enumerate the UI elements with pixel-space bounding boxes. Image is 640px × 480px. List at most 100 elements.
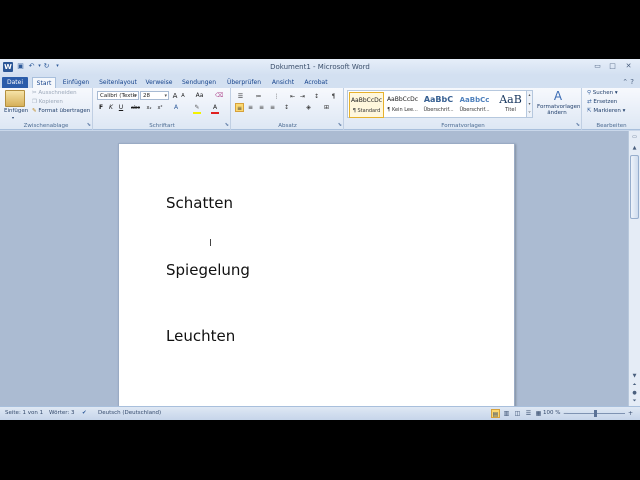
replace-button[interactable]: ⇄ Ersetzen [587, 99, 617, 105]
chevron-down-icon: ▾ [134, 93, 137, 99]
borders-icon[interactable]: ⊞ [322, 103, 331, 112]
format-painter-button[interactable]: ✎ Format übertragen [32, 108, 90, 114]
zoom-level[interactable]: 100 % [543, 410, 560, 416]
style-standard[interactable]: AaBbCcDc ¶ Standard [349, 92, 384, 118]
draft-view-icon[interactable]: ▦ [534, 409, 543, 418]
document-page[interactable]: Schatten Spiegelung Leuchten [118, 143, 515, 406]
strikethrough-button[interactable]: abc [130, 104, 141, 112]
tab-references[interactable]: Verweise [144, 77, 174, 88]
justify-button[interactable]: ≡ [268, 103, 277, 112]
minimize-button[interactable]: ▭ [592, 62, 603, 71]
web-layout-icon[interactable]: ◫ [513, 409, 522, 418]
tab-start[interactable]: Start [32, 77, 56, 88]
outline-view-icon[interactable]: ☰ [524, 409, 533, 418]
close-button[interactable]: ✕ [623, 62, 634, 71]
change-styles-label-2[interactable]: ändern [537, 110, 577, 116]
multilevel-list-icon[interactable]: ⋮ [272, 92, 281, 101]
zoom-slider-thumb[interactable] [594, 410, 597, 417]
font-size-combo[interactable]: 28 ▾ [140, 91, 169, 100]
style-heading-1[interactable]: AaBbC Überschrif... [421, 92, 456, 118]
font-launcher-icon[interactable]: ⬊ [225, 122, 229, 128]
chevron-down-icon: ▾ [164, 93, 167, 99]
grow-font-button[interactable]: A [171, 92, 179, 100]
font-color-button[interactable]: A [211, 104, 219, 112]
change-case-button[interactable]: Aa [194, 92, 205, 100]
maximize-button[interactable]: □ [607, 62, 618, 71]
underline-button[interactable]: U [117, 104, 125, 112]
font-group-label: Schriftart [149, 123, 175, 129]
decrease-indent-icon[interactable]: ⇤ [288, 92, 297, 101]
previous-page-icon[interactable]: ⏶ [630, 381, 639, 389]
title-bar: W ▣ ↶ ▾ ↻ ▾ Dokument1 - Microsoft Word ▭… [0, 59, 640, 75]
proofing-icon[interactable]: ✔ [82, 410, 87, 416]
style-heading-2[interactable]: AaBbCc Überschrif... [457, 92, 492, 118]
subscript-button[interactable]: x₂ [144, 104, 154, 112]
word-count[interactable]: Wörter: 3 [49, 410, 75, 416]
font-color-bar [211, 112, 219, 114]
clipboard-launcher-icon[interactable]: ⬊ [87, 122, 91, 128]
tab-file[interactable]: Datei [2, 77, 28, 88]
ruler-toggle-icon[interactable]: ▭ [630, 133, 639, 141]
text-cursor-icon [210, 239, 213, 246]
paste-dropdown-icon[interactable]: ▾ [12, 115, 14, 120]
clear-formatting-icon[interactable]: ⌫ [215, 92, 223, 100]
scroll-up-icon[interactable]: ▲ [630, 144, 639, 152]
styles-launcher-icon[interactable]: ⬊ [576, 122, 580, 128]
change-styles-icon[interactable]: A [548, 89, 568, 103]
style-no-spacing[interactable]: AaBbCcDc ¶ Kein Lee... [385, 92, 420, 118]
paragraph-group-label: Absatz [278, 123, 297, 129]
tab-insert[interactable]: Einfügen [60, 77, 92, 88]
tab-mailings[interactable]: Sendungen [180, 77, 218, 88]
scroll-thumb[interactable] [630, 155, 639, 219]
text-effects-icon[interactable]: A [172, 104, 180, 112]
style-title[interactable]: AaB Titel [493, 92, 528, 118]
paste-button[interactable]: Einfügen [4, 108, 28, 114]
shading-icon[interactable]: ◈ [304, 103, 313, 112]
page-count[interactable]: Seite: 1 von 1 [5, 410, 43, 416]
font-group: Calibri (Textk ▾ 28 ▾ A A Aa ⌫ F K U abc x… [94, 88, 231, 130]
zoom-in-button[interactable]: + [626, 409, 635, 418]
bullets-icon[interactable]: ☰ [236, 92, 245, 101]
clipboard-group: Einfügen ▾ ✂ Ausschneiden ❐ Kopieren ✎ F… [0, 88, 93, 130]
numbering-icon[interactable]: ≔ [254, 92, 263, 101]
next-page-icon[interactable]: ⏷ [630, 397, 639, 405]
print-layout-view-icon[interactable]: ▤ [491, 409, 500, 418]
tab-page-layout[interactable]: Seitenlayout [98, 77, 138, 88]
font-name-combo[interactable]: Calibri (Textk ▾ [97, 91, 139, 100]
ribbon-minimize-help-icons[interactable]: ⌃ ? [622, 78, 634, 86]
increase-indent-icon[interactable]: ⇥ [298, 92, 307, 101]
tab-view[interactable]: Ansicht [269, 77, 297, 88]
word-window: W ▣ ↶ ▾ ↻ ▾ Dokument1 - Microsoft Word ▭… [0, 59, 640, 420]
scroll-down-icon[interactable]: ▼ [630, 372, 639, 380]
sort-icon[interactable]: ↕ [312, 92, 321, 101]
paragraph-shadow[interactable]: Schatten [166, 194, 233, 212]
full-screen-reading-icon[interactable]: ▥ [502, 409, 511, 418]
highlighter-icon[interactable]: ✎ [193, 104, 201, 112]
tab-acrobat[interactable]: Acrobat [301, 77, 331, 88]
paragraph-glow[interactable]: Leuchten [166, 327, 235, 345]
shrink-font-button[interactable]: A [179, 92, 187, 100]
styles-group-label: Formatvorlagen [441, 123, 485, 129]
select-button[interactable]: ⇱ Markieren ▾ [587, 108, 625, 114]
editing-group-label: Bearbeiten [596, 123, 627, 129]
italic-button[interactable]: K [107, 104, 115, 112]
align-left-button[interactable]: ≡ [235, 103, 244, 112]
tab-review[interactable]: Überprüfen [224, 77, 264, 88]
show-formatting-button[interactable]: ¶ [329, 92, 338, 101]
paragraph-group: ☰ ≔ ⋮ ⇤ ⇥ ↕ ¶ ≡ ≡ ≡ ≡ ↕ ◈ ⊞ Absatz ⬊ [232, 88, 344, 130]
styles-gallery-scroll[interactable]: ▴ ▾ ▿ [526, 91, 532, 117]
browse-object-icon[interactable]: ● [630, 389, 639, 397]
bold-button[interactable]: F [97, 104, 105, 112]
find-button[interactable]: ⚲ Suchen ▾ [587, 90, 618, 96]
line-spacing-icon[interactable]: ↕ [282, 103, 291, 112]
paragraph-launcher-icon[interactable]: ⬊ [338, 122, 342, 128]
align-right-button[interactable]: ≡ [257, 103, 266, 112]
align-center-button[interactable]: ≡ [246, 103, 255, 112]
copy-icon: ❐ [32, 99, 39, 105]
vertical-scrollbar[interactable]: ▭ ▲ ▼ ⏶ ● ⏷ [628, 131, 640, 406]
language-indicator[interactable]: Deutsch (Deutschland) [98, 410, 161, 416]
superscript-button[interactable]: x² [155, 104, 165, 112]
clipboard-group-label: Zwischenablage [23, 123, 69, 129]
paragraph-reflection[interactable]: Spiegelung [166, 261, 250, 279]
paste-icon[interactable] [5, 90, 25, 107]
